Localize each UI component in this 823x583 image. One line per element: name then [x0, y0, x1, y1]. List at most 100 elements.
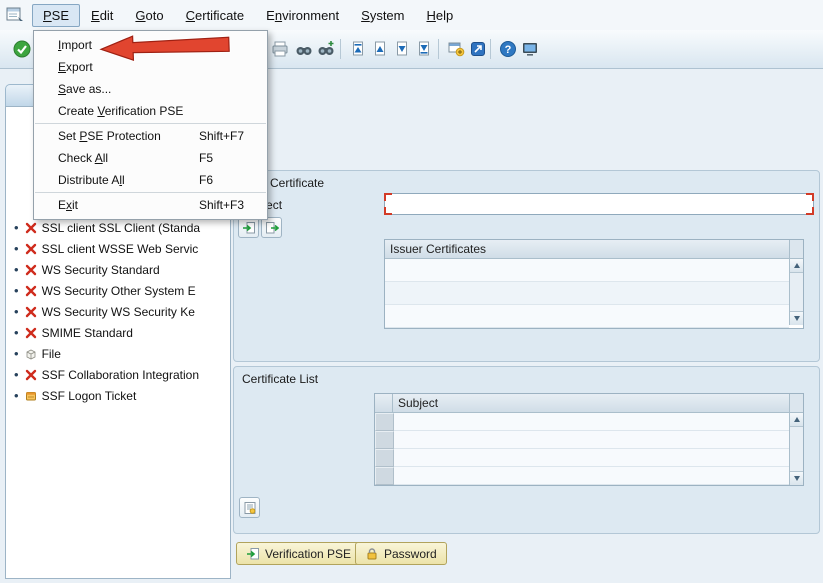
first-page-icon[interactable] [348, 39, 368, 59]
table-row[interactable] [375, 431, 789, 449]
certificate-icon-button[interactable] [239, 497, 260, 518]
table-row[interactable] [385, 305, 789, 328]
bullet-icon: • [14, 263, 19, 276]
select-all-header-cell[interactable] [375, 394, 393, 412]
required-corner [384, 193, 392, 201]
ticket-icon [25, 390, 37, 402]
scroll-up-button[interactable] [790, 259, 803, 273]
scroll-up-button[interactable] [790, 413, 803, 427]
up-arrow-icon [794, 263, 800, 268]
menu-item-shortcut: F6 [199, 173, 257, 187]
toolbar-separator [340, 39, 341, 59]
menu-item-label: Set PSE Protection [58, 129, 161, 143]
verification-pse-button[interactable]: Verification PSE [236, 542, 361, 565]
subject-column-header: Subject [393, 394, 789, 412]
import-certificate-icon-button[interactable] [238, 217, 259, 238]
tree-item[interactable]: •SSL client SSL Client (Standa [12, 217, 230, 238]
menu-separator [35, 192, 266, 193]
table-row[interactable] [375, 413, 789, 431]
menubar-item-goto[interactable]: Goto [124, 4, 174, 27]
menu-item-exit[interactable]: Exit Shift+F3 [34, 194, 267, 216]
export-certificate-icon [265, 221, 279, 235]
menu-item-create-verification-pse[interactable]: Create Verification PSE [34, 100, 267, 122]
subject-cell[interactable] [394, 449, 789, 467]
tree-item[interactable]: •SSL client WSSE Web Servic [12, 238, 230, 259]
menu-item-label: Export [58, 60, 93, 74]
subject-cell[interactable] [394, 467, 789, 485]
next-page-icon[interactable] [392, 39, 412, 59]
table-row[interactable] [375, 467, 789, 485]
scroll-track[interactable] [790, 273, 803, 311]
lock-icon [365, 547, 379, 561]
window-menu-icon[interactable] [6, 7, 24, 23]
red-x-icon [25, 285, 37, 297]
tree-item[interactable]: •WS Security Other System E [12, 280, 230, 301]
tree-item[interactable]: •SMIME Standard [12, 322, 230, 343]
create-session-icon[interactable] [446, 39, 466, 59]
menu-item-label: Create Verification PSE [58, 104, 183, 118]
bullet-icon: • [14, 305, 19, 318]
menu-item-label: Save as... [58, 82, 111, 96]
menubar-item-help[interactable]: Help [415, 4, 464, 27]
row-selector-cell[interactable] [375, 431, 394, 449]
last-page-icon[interactable] [414, 39, 434, 59]
menu-item-check-all[interactable]: Check All F5 [34, 147, 267, 169]
menu-item-label: Exit [58, 198, 78, 212]
menu-item-save-as[interactable]: Save as... [34, 78, 267, 100]
export-certificate-icon-button[interactable] [261, 217, 282, 238]
row-selector-cell[interactable] [375, 413, 394, 431]
row-selector-cell[interactable] [375, 467, 394, 485]
required-corner [806, 193, 814, 201]
menu-item-shortcut: Shift+F7 [199, 129, 257, 143]
scroll-track[interactable] [790, 427, 803, 471]
row-selector-cell[interactable] [375, 449, 394, 467]
table-row[interactable] [385, 259, 789, 282]
red-x-icon [25, 264, 37, 276]
help-icon[interactable]: ? [498, 39, 518, 59]
customize-layout-icon[interactable] [520, 39, 540, 59]
subject-cell[interactable] [394, 431, 789, 449]
package-icon [25, 348, 37, 360]
tree-item[interactable]: •WS Security Standard [12, 259, 230, 280]
menubar-item-system[interactable]: System [350, 4, 415, 27]
table-row[interactable] [375, 449, 789, 467]
verification-pse-icon [246, 547, 260, 561]
certificate-scrollbar[interactable] [789, 413, 803, 485]
tree-item-label: WS Security Other System E [42, 284, 196, 298]
import-certificate-icon [242, 221, 256, 235]
menu-separator [35, 123, 266, 124]
groupbox-title: Certificate List [234, 367, 819, 386]
tree-item[interactable]: •SSF Logon Ticket [12, 385, 230, 406]
scroll-down-button[interactable] [790, 471, 803, 485]
subject-input[interactable] [386, 195, 812, 213]
certificate-list-groupbox: Certificate List Subject [233, 366, 820, 534]
menu-item-distribute-all[interactable]: Distribute All F6 [34, 169, 267, 191]
print-icon[interactable] [270, 39, 290, 59]
find-icon[interactable] [294, 39, 314, 59]
menu-bar: PSE Edit Goto Certificate Environment Sy… [0, 0, 823, 30]
tree-item[interactable]: •SSF Collaboration Integration [12, 364, 230, 385]
menu-item-set-pse-protection[interactable]: Set PSE Protection Shift+F7 [34, 125, 267, 147]
red-arrow-annotation [99, 31, 234, 64]
required-corner [384, 207, 392, 215]
issuer-scrollbar[interactable] [789, 259, 803, 325]
menubar-item-certificate[interactable]: Certificate [175, 4, 256, 27]
previous-page-icon[interactable] [370, 39, 390, 59]
create-shortcut-icon[interactable] [468, 39, 488, 59]
scroll-down-button[interactable] [790, 311, 803, 325]
enter-icon[interactable] [12, 39, 32, 59]
table-row[interactable] [385, 282, 789, 305]
password-button[interactable]: Password [355, 542, 447, 565]
menubar-item-environment[interactable]: Environment [255, 4, 350, 27]
certificate-table-header: Subject [375, 394, 803, 413]
subject-cell[interactable] [394, 413, 789, 431]
menubar-item-edit[interactable]: Edit [80, 4, 124, 27]
verification-pse-label: Verification PSE [265, 547, 351, 561]
certificate-table: Subject [374, 393, 804, 486]
menubar-item-pse[interactable]: PSE [32, 4, 80, 27]
bullet-icon: • [14, 368, 19, 381]
tree-item[interactable]: •File [12, 343, 230, 364]
find-next-icon[interactable] [316, 39, 336, 59]
menu-item-shortcut: F5 [199, 151, 257, 165]
tree-item[interactable]: •WS Security WS Security Ke [12, 301, 230, 322]
